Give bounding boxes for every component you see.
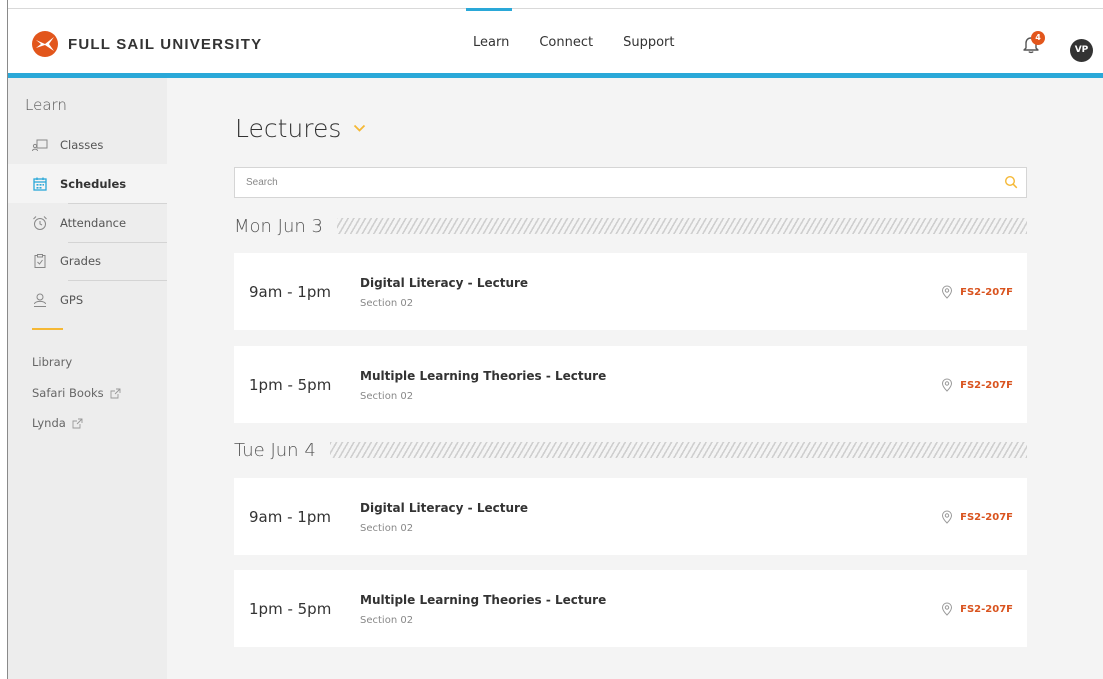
sidebar-link-label: Lynda (32, 416, 66, 430)
lecture-title: Digital Literacy - Lecture (360, 501, 529, 515)
page-title: Lectures (235, 114, 342, 143)
sidebar-item-label: Grades (60, 253, 102, 268)
top-nav: Learn Connect Support (458, 8, 690, 74)
chevron-down-icon (354, 124, 366, 132)
sidebar-link-label: Library (32, 355, 73, 369)
clipboard-icon (34, 253, 46, 268)
logo-text: FULL SAIL UNIVERSITY (68, 35, 263, 53)
search-input[interactable] (235, 168, 975, 197)
sidebar-item-label: Classes (60, 137, 104, 152)
map-pin-icon (942, 378, 953, 392)
lecture-time: 9am - 1pm (249, 283, 331, 301)
search-bar (234, 167, 1027, 198)
search-icon[interactable] (1004, 175, 1018, 189)
nav-learn[interactable]: Learn (458, 8, 524, 74)
location-label: FS2-207F (960, 379, 1013, 391)
sidebar-item-label: Attendance (60, 215, 127, 230)
sidebar-item-attendance[interactable]: Attendance (8, 203, 167, 242)
lecture-title: Multiple Learning Theories - Lecture (360, 369, 607, 383)
app-window: FULL SAIL UNIVERSITY Learn Connect Suppo… (7, 0, 1103, 679)
location-link[interactable]: FS2-207F (941, 378, 1013, 392)
sidebar: Learn Classes Schedules Attendance Grade… (8, 78, 167, 679)
day-header: Mon Jun 3 (234, 214, 1027, 238)
lecture-section: Section 02 (360, 615, 414, 626)
sidebar-link-library[interactable]: Library (32, 355, 72, 369)
sidebar-item-grades[interactable]: Grades (8, 241, 167, 280)
classes-icon (32, 139, 48, 151)
section-divider (32, 328, 63, 330)
lecture-section: Section 02 (360, 391, 414, 402)
nav-support[interactable]: Support (608, 9, 689, 74)
lecture-card[interactable]: 1pm - 5pm Multiple Learning Theories - L… (234, 570, 1027, 647)
people-icon (34, 293, 46, 307)
lecture-card[interactable]: 1pm - 5pm Multiple Learning Theories - L… (234, 346, 1027, 423)
lecture-title: Digital Literacy - Lecture (360, 276, 529, 290)
lecture-section: Section 02 (360, 298, 414, 309)
lecture-section: Section 02 (360, 523, 414, 534)
sidebar-item-gps[interactable]: GPS (8, 280, 167, 319)
sidebar-link-lynda[interactable]: Lynda (32, 416, 83, 430)
day-label: Mon Jun 3 (234, 215, 323, 237)
alarm-clock-icon (33, 215, 47, 230)
calendar-icon (33, 177, 47, 191)
sidebar-item-label: Schedules (60, 176, 127, 191)
sidebar-item-schedules[interactable]: Schedules (8, 164, 167, 203)
sidebar-link-safari-books[interactable]: Safari Books (32, 386, 121, 400)
map-pin-icon (942, 602, 953, 616)
sidebar-title: Learn (25, 96, 67, 114)
lecture-title: Multiple Learning Theories - Lecture (360, 593, 607, 607)
main-content: Lectures Mon Jun 3 9am - 1pm Digital Lit… (167, 78, 1103, 679)
avatar[interactable]: VP (1070, 39, 1093, 62)
nav-connect[interactable]: Connect (524, 9, 608, 74)
lecture-time: 1pm - 5pm (249, 376, 332, 394)
logo[interactable]: FULL SAIL UNIVERSITY (32, 31, 262, 57)
location-link[interactable]: FS2-207F (941, 510, 1013, 524)
full-sail-logo-icon (32, 31, 58, 57)
lecture-time: 9am - 1pm (249, 508, 331, 526)
hatch-divider (329, 442, 1027, 458)
day-header: Tue Jun 4 (234, 438, 1027, 462)
top-header: FULL SAIL UNIVERSITY Learn Connect Suppo… (8, 8, 1103, 73)
location-label: FS2-207F (960, 286, 1013, 298)
location-label: FS2-207F (960, 603, 1013, 615)
map-pin-icon (942, 510, 953, 524)
location-label: FS2-207F (960, 511, 1013, 523)
hatch-divider (336, 218, 1027, 234)
lecture-card[interactable]: 9am - 1pm Digital Literacy - Lecture Sec… (234, 478, 1027, 555)
notification-badge[interactable]: 4 (1031, 31, 1045, 45)
page-title-dropdown[interactable]: Lectures (235, 114, 366, 143)
external-link-icon (110, 388, 121, 398)
day-label: Tue Jun 4 (234, 439, 316, 461)
lecture-card[interactable]: 9am - 1pm Digital Literacy - Lecture Sec… (234, 253, 1027, 330)
location-link[interactable]: FS2-207F (941, 285, 1013, 299)
sidebar-item-classes[interactable]: Classes (8, 125, 167, 164)
map-pin-icon (942, 285, 953, 299)
location-link[interactable]: FS2-207F (941, 602, 1013, 616)
sidebar-link-label: Safari Books (32, 386, 104, 400)
sidebar-item-label: GPS (60, 292, 84, 307)
lecture-time: 1pm - 5pm (249, 600, 332, 618)
external-link-icon (72, 418, 83, 428)
